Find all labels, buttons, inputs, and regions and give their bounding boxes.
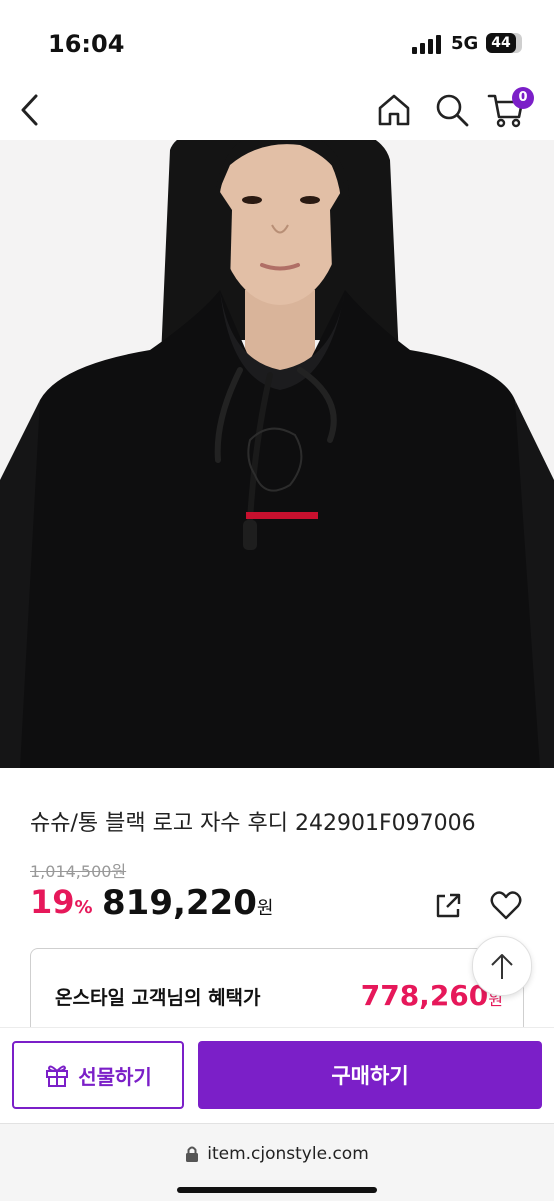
- share-button[interactable]: [428, 886, 468, 926]
- cart-count-badge: 0: [512, 87, 534, 109]
- top-nav: [0, 80, 554, 140]
- url-text: item.cjonstyle.com: [207, 1144, 369, 1164]
- arrow-up-icon: [491, 954, 513, 979]
- share-icon: [436, 893, 461, 918]
- search-icon: [436, 94, 469, 127]
- heart-icon: [490, 891, 522, 920]
- signal-icon: [412, 35, 441, 54]
- product-title: 슈슈/통 블랙 로고 자수 후디 242901F097006: [30, 811, 476, 836]
- network-label: 5G: [451, 33, 479, 54]
- home-button[interactable]: [372, 88, 416, 132]
- battery-level: 44: [486, 33, 516, 53]
- wishlist-button[interactable]: [486, 886, 526, 926]
- scroll-to-top-button[interactable]: [472, 936, 532, 996]
- benefit-label: 온스타일 고객님의 혜택가: [55, 987, 261, 1009]
- member-benefit-box: 온스타일 고객님의 혜택가 778,260원: [30, 948, 524, 1039]
- gift-button-label: 선물하기: [78, 1064, 152, 1089]
- search-button[interactable]: [430, 88, 474, 132]
- chevron-left-icon: [21, 94, 38, 126]
- buy-button-label: 구매하기: [331, 1064, 409, 1088]
- sale-price-unit: 원: [256, 898, 274, 919]
- buy-button[interactable]: 구매하기: [198, 1041, 542, 1109]
- discount-rate: 19%: [30, 883, 93, 921]
- sale-price-value: 819,220: [102, 883, 257, 923]
- back-button[interactable]: [8, 88, 52, 132]
- status-bar: 16:04 5G 44: [0, 0, 554, 80]
- lock-icon: [186, 1146, 199, 1162]
- benefit-price-value: 778,260: [360, 979, 489, 1012]
- discount-unit: %: [74, 897, 93, 918]
- sale-price: 819,220원: [102, 883, 273, 923]
- home-icon: [378, 94, 410, 126]
- discount-value: 19: [30, 883, 75, 921]
- home-indicator: [177, 1187, 377, 1193]
- product-image[interactable]: 1 | 4: [0, 140, 554, 768]
- status-time: 16:04: [48, 30, 125, 58]
- battery-icon: 44: [486, 33, 522, 53]
- original-price: 1,014,500원: [30, 862, 127, 881]
- gift-button[interactable]: 선물하기: [12, 1041, 184, 1109]
- gift-icon: [46, 1065, 69, 1087]
- product-photo: [0, 140, 554, 768]
- purchase-bar: 선물하기 구매하기: [0, 1027, 554, 1124]
